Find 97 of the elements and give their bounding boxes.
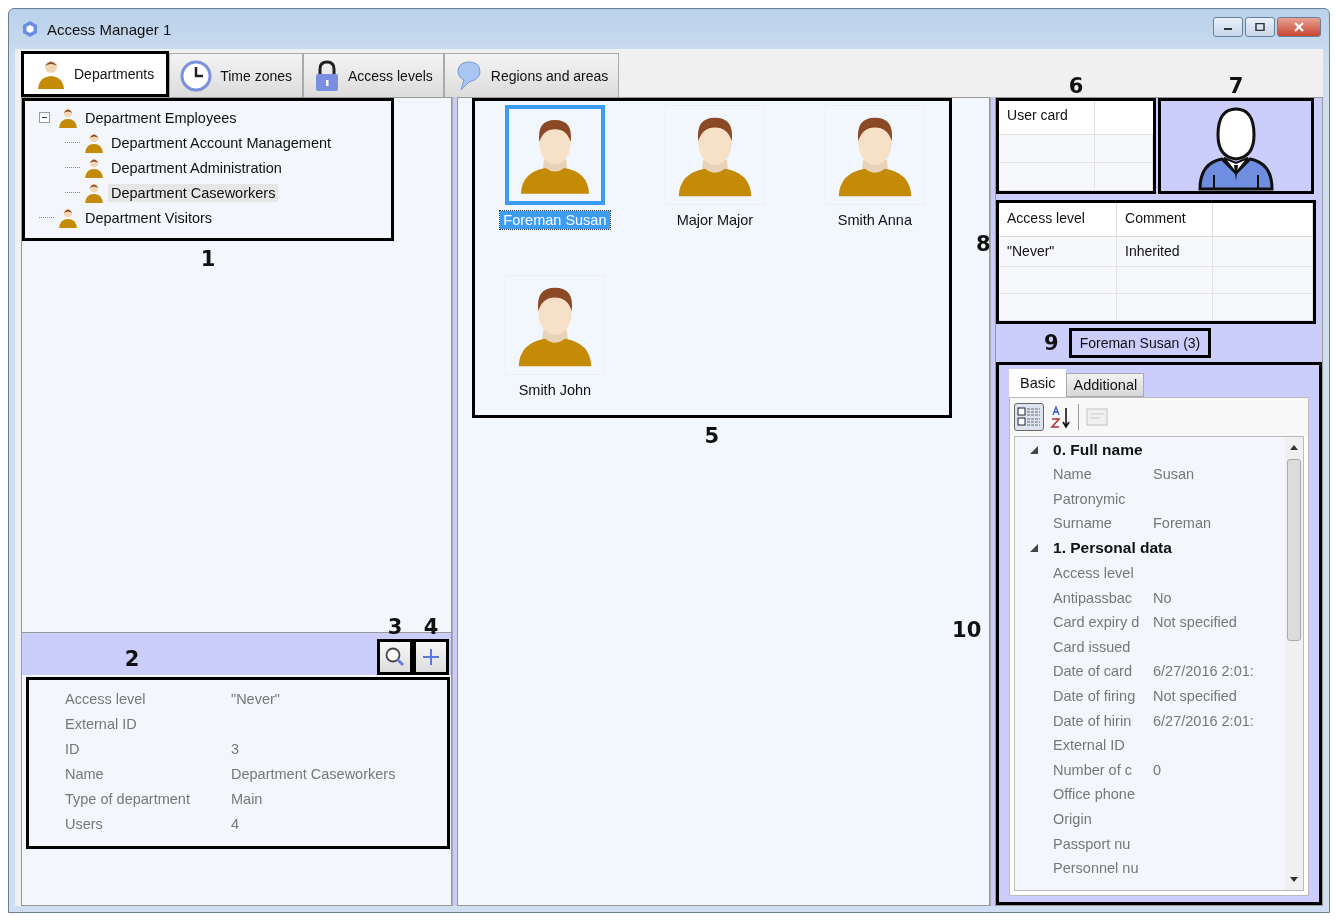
property-value: 3: [231, 740, 240, 757]
property-name: Personnel nu: [1053, 860, 1140, 877]
minimize-button[interactable]: [1213, 17, 1243, 37]
property-name: Antipassbac: [1053, 589, 1133, 606]
callout-number: 7: [1227, 73, 1245, 98]
tree-item[interactable]: Department Employees: [82, 108, 240, 127]
column-header: User card: [999, 101, 1095, 135]
property-value: Not specified: [1153, 688, 1237, 705]
collapse-icon[interactable]: [39, 112, 50, 123]
collapse-triangle-icon[interactable]: [1029, 444, 1039, 455]
person-icon: [36, 58, 66, 90]
column-header: Comment: [1117, 203, 1213, 237]
table-cell: Inherited: [1117, 237, 1213, 267]
person-icon: [84, 131, 104, 154]
property-value: Not specified: [1153, 614, 1237, 631]
property-name: Name: [65, 765, 105, 782]
employee-name[interactable]: Major Major: [673, 211, 757, 229]
tree-item[interactable]: Department Visitors: [82, 208, 216, 227]
callout-number: 6: [1067, 73, 1085, 98]
property-value: 0: [1153, 761, 1162, 778]
tab[interactable]: Basic: [1009, 369, 1067, 397]
tab[interactable]: Regions and areas: [443, 53, 620, 97]
property-name: Card expiry d: [1053, 614, 1141, 631]
property-name: Origin: [1053, 811, 1093, 827]
property-name: Date of firing: [1053, 688, 1137, 705]
property-value: 6/27/2016 2:01:: [1153, 663, 1254, 680]
search-icon: [383, 646, 406, 668]
callout-number: 4: [422, 614, 440, 639]
column-header: Access level: [999, 203, 1117, 237]
property-name: Type of department: [65, 790, 191, 807]
callout-number: 2: [123, 646, 141, 673]
close-button[interactable]: [1277, 17, 1321, 37]
property-name: External ID: [65, 715, 138, 732]
property-name: Date of card: [1053, 663, 1133, 680]
avatar-silhouette-icon[interactable]: [504, 105, 605, 205]
property-value: 4: [231, 815, 240, 832]
property-name: Number of c: [1053, 761, 1133, 778]
maximize-button[interactable]: [1245, 17, 1275, 37]
tab[interactable]: Departments: [21, 51, 170, 97]
property-value: Department Caseworkers: [231, 765, 396, 782]
tree-item[interactable]: Department Administration: [108, 158, 285, 177]
property-name: External ID: [1053, 737, 1126, 754]
callout-number: 9: [1044, 331, 1059, 355]
add-button[interactable]: [412, 639, 449, 675]
property-name: Passport nu: [1053, 835, 1132, 852]
table-cell: "Never": [999, 237, 1117, 267]
callout-number: 1: [199, 246, 217, 271]
property-value: No: [1153, 589, 1172, 606]
tab[interactable]: Additional: [1066, 373, 1145, 397]
property-name: Name: [1053, 466, 1093, 483]
column-header: [1095, 101, 1153, 135]
callout-number: 8: [976, 232, 991, 256]
property-name: Surname: [1053, 515, 1113, 532]
maximize-icon: [1255, 23, 1265, 31]
property-value: Susan: [1153, 466, 1195, 483]
property-value: "Never": [231, 690, 280, 707]
property-name: Users: [65, 815, 104, 832]
window-title: Access Manager 1: [47, 20, 172, 38]
property-value: Main: [231, 790, 263, 807]
property-name: ID: [65, 740, 81, 757]
categorized-view-button[interactable]: [1014, 403, 1044, 431]
tree-item[interactable]: Department Caseworkers: [108, 183, 279, 202]
table-cell: [1095, 135, 1153, 163]
table-cell: [1095, 163, 1153, 191]
scroll-down-icon[interactable]: [1289, 876, 1299, 884]
clock-icon: [180, 59, 213, 92]
property-name: Patronymic: [1053, 490, 1127, 507]
property-name: Office phone: [1053, 786, 1136, 803]
property-name: Card issued: [1053, 638, 1132, 655]
category-title: 0. Full name: [1053, 440, 1143, 459]
close-icon: [1293, 22, 1305, 32]
padlock-icon: [314, 59, 340, 92]
property-value: 6/27/2016 2:01:: [1153, 712, 1254, 729]
search-button[interactable]: [376, 639, 413, 675]
vertical-scrollbar[interactable]: [1285, 437, 1303, 890]
person-icon: [58, 106, 78, 129]
property-name: Date of hirin: [1053, 712, 1133, 729]
tree-item[interactable]: Department Account Management: [108, 133, 335, 152]
property-value: Foreman: [1153, 515, 1212, 532]
scrollbar-thumb[interactable]: [1287, 459, 1301, 641]
selected-employee-label: Foreman Susan (3): [1068, 328, 1212, 358]
property-name: Access level: [65, 690, 147, 707]
collapse-triangle-icon[interactable]: [1029, 543, 1039, 554]
scroll-up-icon[interactable]: [1289, 443, 1299, 451]
person-icon: [58, 206, 78, 229]
employee-name[interactable]: Smith Anna: [834, 211, 915, 229]
callout-number: 10: [952, 618, 982, 642]
category-title: 1. Personal data: [1053, 539, 1172, 558]
person-icon: [84, 181, 104, 204]
tab[interactable]: Time zones: [169, 53, 303, 97]
callout-number: 5: [703, 423, 721, 448]
hexagon-icon: [21, 20, 39, 38]
person-icon: [84, 156, 104, 179]
employee-name[interactable]: Smith John: [515, 381, 595, 399]
tab[interactable]: Access levels: [303, 53, 444, 97]
property-name: Access level: [1053, 565, 1135, 582]
callout-number: 3: [386, 614, 404, 639]
